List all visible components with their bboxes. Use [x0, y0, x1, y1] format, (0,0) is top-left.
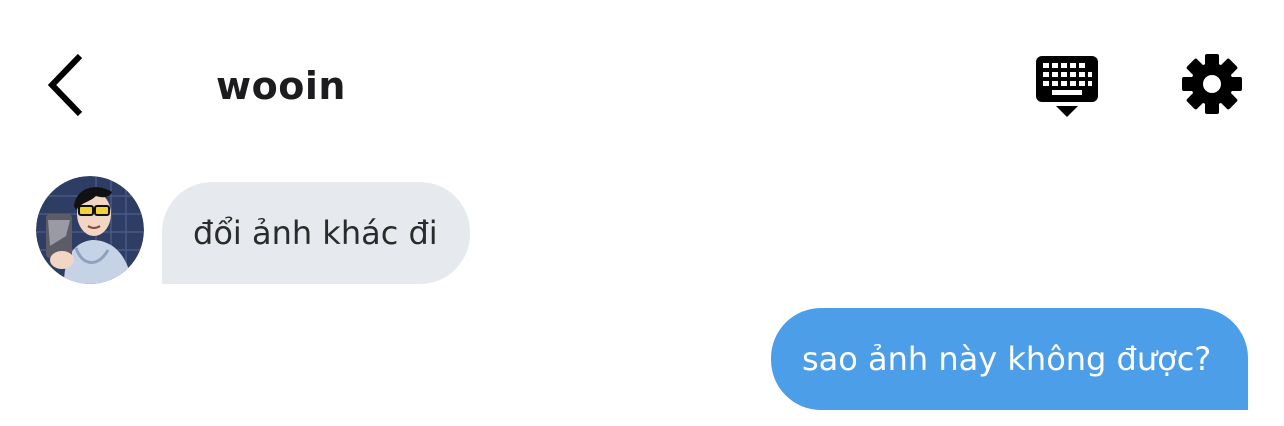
settings-button[interactable] [1180, 52, 1244, 116]
chat-title: wooin [216, 64, 346, 108]
message-text: đổi ảnh khác đi [193, 214, 438, 252]
gear-icon [1182, 54, 1242, 114]
hide-keyboard-button[interactable] [1034, 54, 1102, 120]
chat-screen: wooin đổi ảnh khác đi sao ảnh này không … [0, 0, 1284, 426]
avatar[interactable] [36, 176, 144, 284]
chevron-left-icon [47, 53, 83, 117]
message-bubble-incoming[interactable]: đổi ảnh khác đi [162, 182, 470, 284]
message-bubble-outgoing[interactable]: sao ảnh này không được? [771, 308, 1248, 410]
back-button[interactable] [38, 50, 94, 120]
message-text: sao ảnh này không được? [802, 340, 1212, 378]
avatar-image [36, 176, 144, 284]
keyboard-hide-icon [1036, 56, 1098, 117]
